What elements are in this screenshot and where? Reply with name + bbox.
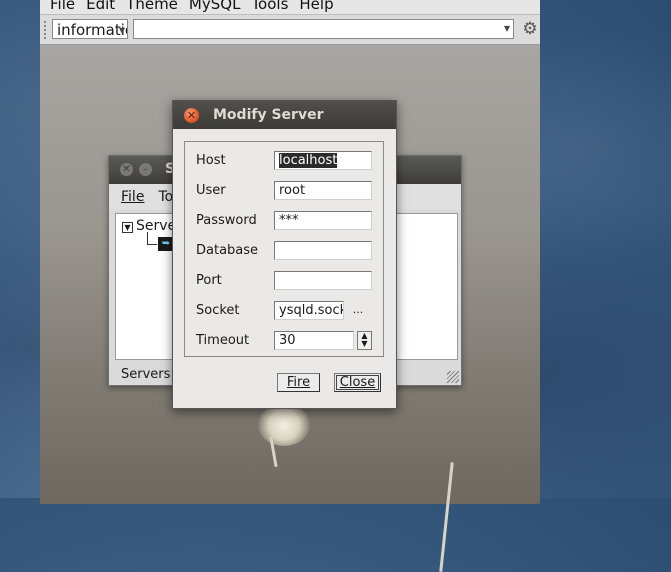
main-menubar: File Edit Theme MySQL Tools Help <box>40 0 540 15</box>
host-label: Host <box>196 153 226 168</box>
timeout-row: Timeout 30 ▲ ▼ <box>196 331 376 351</box>
host-field[interactable]: localhost <box>274 151 372 170</box>
grass-stem <box>439 462 454 572</box>
menu-help[interactable]: Help <box>299 0 344 14</box>
servers-menu-tools[interactable]: To <box>158 189 173 205</box>
dandelion-seedhead <box>258 404 310 446</box>
server-form-frame: Host localhost User root Password *** Da… <box>184 141 384 357</box>
database-combo[interactable]: information_schema ▾ <box>52 19 128 39</box>
socket-browse-button[interactable]: ... <box>347 302 369 319</box>
menu-tools[interactable]: Tools <box>251 0 299 14</box>
dialog-title: Modify Server <box>213 107 324 123</box>
minimize-icon[interactable]: – <box>139 163 152 176</box>
close-icon[interactable]: ✕ <box>184 108 199 123</box>
user-row: User root <box>196 181 376 201</box>
menu-theme[interactable]: Theme <box>126 0 189 14</box>
port-label: Port <box>196 273 222 288</box>
database-row: Database <box>196 241 376 261</box>
modify-server-dialog: ✕ Modify Server Host localhost User root… <box>172 100 397 409</box>
menu-file[interactable]: File <box>50 0 86 14</box>
main-toolbar: information_schema ▾ ▾ ⚙ <box>40 15 540 45</box>
user-label: User <box>196 183 226 198</box>
database-field[interactable] <box>274 241 372 260</box>
toolbar-grip[interactable] <box>44 21 50 39</box>
tree-connector <box>147 244 157 245</box>
tree-expander-icon[interactable]: ▼ <box>122 222 133 233</box>
menu-edit[interactable]: Edit <box>86 0 126 14</box>
timeout-spinner[interactable]: ▲ ▼ <box>357 331 372 350</box>
socket-field[interactable]: ysqld.sock <box>274 301 344 320</box>
servers-menu-file[interactable]: File <box>121 189 144 205</box>
host-row: Host localhost <box>196 151 376 171</box>
user-field[interactable]: root <box>274 181 372 200</box>
resize-grip-icon[interactable] <box>447 371 459 383</box>
dialog-titlebar[interactable]: ✕ Modify Server <box>173 101 396 129</box>
database-label: Database <box>196 243 259 258</box>
fire-button[interactable]: Fire <box>277 373 320 392</box>
tree-connector <box>147 232 149 244</box>
database-combo-value: information_schema <box>57 21 127 39</box>
query-combo[interactable]: ▾ <box>133 19 514 39</box>
menu-mysql[interactable]: MySQL <box>189 0 252 14</box>
combo-arrow-icon[interactable]: ▾ <box>119 20 125 38</box>
password-field[interactable]: *** <box>274 211 372 230</box>
port-field[interactable] <box>274 271 372 290</box>
combo-arrow-icon[interactable]: ▾ <box>504 21 510 35</box>
close-icon[interactable]: ✕ <box>120 163 133 176</box>
password-row: Password *** <box>196 211 376 231</box>
socket-label: Socket <box>196 303 240 318</box>
socket-row: Socket ysqld.sock ... <box>196 301 376 321</box>
port-row: Port <box>196 271 376 291</box>
password-label: Password <box>196 213 257 228</box>
host-value: localhost <box>279 153 338 168</box>
timeout-label: Timeout <box>196 333 250 348</box>
gear-icon[interactable]: ⚙ <box>519 18 541 40</box>
close-button[interactable]: Close <box>334 373 381 392</box>
timeout-field[interactable]: 30 <box>274 331 354 350</box>
servers-status: Servers: <box>121 367 175 382</box>
spin-down-icon[interactable]: ▼ <box>358 340 371 348</box>
